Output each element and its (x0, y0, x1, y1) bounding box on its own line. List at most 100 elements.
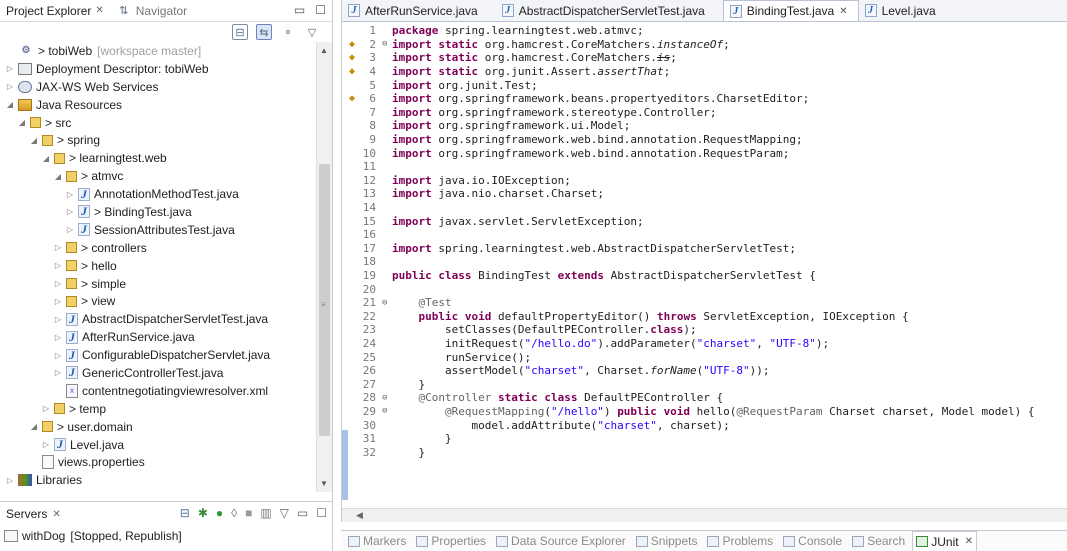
collapsed-twisty-icon[interactable]: ▷ (4, 64, 16, 73)
code-line[interactable]: 27 } (342, 377, 1067, 391)
close-icon[interactable]: ✕ (52, 509, 60, 520)
tree-item[interactable]: ▷ > controllers (0, 239, 316, 257)
scroll-up-icon[interactable]: ▲ (320, 46, 328, 55)
collapsed-twisty-icon[interactable]: ▷ (52, 315, 64, 324)
tree-item[interactable]: ▷ J SessionAttributesTest.java (0, 221, 316, 239)
view-menu-icon[interactable]: ▽ (280, 506, 289, 520)
collapsed-twisty-icon[interactable]: ▷ (64, 225, 76, 234)
warning-quickfix-icon[interactable]: ◆ (342, 93, 362, 104)
link-with-editor-icon[interactable]: ⇆ (256, 24, 272, 40)
code-line[interactable]: 11 (342, 160, 1067, 174)
tree-item[interactable]: ▷ J > BindingTest.java (0, 203, 316, 221)
code-line[interactable]: ◆ 4 import static org.junit.Assert.assertT… (342, 65, 1067, 79)
publish-icon[interactable]: ▥ (260, 506, 271, 520)
tree-item[interactable]: ◢ Java Resources (0, 96, 316, 114)
collapsed-twisty-icon[interactable]: ▷ (52, 351, 64, 360)
warning-quickfix-icon[interactable]: ◆ (342, 52, 362, 63)
profile-server-icon[interactable]: ◊ (231, 506, 237, 520)
code-line[interactable]: 25 runService(); (342, 350, 1067, 364)
code-line[interactable]: 5 import org.junit.Test; (342, 78, 1067, 92)
editor-tab[interactable]: J Level.java (859, 0, 954, 21)
view-tab[interactable]: Console (780, 534, 845, 548)
collapsed-twisty-icon[interactable]: ▷ (52, 333, 64, 342)
code-line[interactable]: 32 } (342, 445, 1067, 459)
view-tab[interactable]: Snippets (633, 534, 701, 548)
collapsed-twisty-icon[interactable]: ▷ (40, 404, 52, 413)
view-tab[interactable]: Search (849, 534, 908, 548)
tree-item[interactable]: ▷ > temp (0, 400, 316, 418)
maximize-icon[interactable]: ☐ (315, 3, 326, 17)
tree-item[interactable]: ◢ > learningtest.web (0, 149, 316, 167)
code-line[interactable]: 30 model.addAttribute("charset", charset… (342, 418, 1067, 432)
start-server-icon[interactable]: ● (216, 506, 223, 520)
collapsed-twisty-icon[interactable]: ▷ (52, 279, 64, 288)
code-line[interactable]: ◆ 3 import static org.hamcrest.CoreMatcher… (342, 51, 1067, 65)
tree-item[interactable]: ▷ J ConfigurableDispatcherServlet.java (0, 346, 316, 364)
view-tab[interactable]: Data Source Explorer (493, 534, 629, 548)
tree-vertical-scrollbar[interactable]: ▲ ≡ ▼ (316, 42, 332, 492)
tree-item[interactable]: ▷ > hello (0, 257, 316, 275)
collapsed-twisty-icon[interactable]: ▷ (40, 440, 52, 449)
code-line[interactable]: 13 import java.nio.charset.Charset; (342, 187, 1067, 201)
tree-item[interactable]: views.properties (0, 453, 316, 471)
collapsed-twisty-icon[interactable]: ▷ (52, 261, 64, 270)
view-tab[interactable]: Problems (704, 534, 776, 548)
code-line[interactable]: 22 public void defaultPropertyEditor() t… (342, 309, 1067, 323)
code-editor[interactable]: 1 package spring.learningtest.web.atmvc; ◆… (342, 24, 1067, 508)
editor-tab[interactable]: J BindingTest.java ✕ (722, 0, 859, 21)
code-line[interactable]: 8 import org.springframework.ui.Model; (342, 119, 1067, 133)
editor-horizontal-scrollbar[interactable]: ◀ (342, 508, 1067, 522)
code-line[interactable]: 12 import java.io.IOException; (342, 174, 1067, 188)
code-line[interactable]: 31 } (342, 432, 1067, 446)
view-tab[interactable]: JUnit ✕ (912, 531, 977, 551)
code-line[interactable]: 20 (342, 282, 1067, 296)
tree-item[interactable]: ◢ > user.domain (0, 418, 316, 436)
tree-item[interactable]: ▷ J Level.java (0, 436, 316, 454)
tree-item[interactable]: ◢ > src (0, 114, 316, 132)
code-line[interactable]: 17 import spring.learningtest.web.Abstrac… (342, 242, 1067, 256)
tree-item[interactable]: ▷ > simple (0, 275, 316, 293)
collapsed-twisty-icon[interactable]: ▷ (64, 207, 76, 216)
view-tab[interactable]: Markers (345, 534, 409, 548)
editor-tab[interactable]: J AfterRunService.java (342, 0, 496, 21)
code-line[interactable]: 21 ⊖ @Test (342, 296, 1067, 310)
tree-item[interactable]: ▷ JAX-WS Web Services (0, 78, 316, 96)
collapsed-twisty-icon[interactable]: ▷ (4, 476, 16, 485)
tree-item[interactable]: x contentnegotiatingviewresolver.xml (0, 382, 316, 400)
expanded-twisty-icon[interactable]: ◢ (52, 172, 64, 181)
tab-navigator[interactable]: ⇅ Navigator (110, 0, 193, 22)
tree-item[interactable]: ▷ > view (0, 292, 316, 310)
server-item[interactable]: withDog [Stopped, Republish] (0, 526, 333, 546)
maximize-icon[interactable]: ☐ (316, 506, 327, 520)
warning-quickfix-icon[interactable]: ◆ (342, 66, 362, 77)
fold-icon[interactable]: ⊖ (382, 406, 392, 416)
code-line[interactable]: 10 import org.springframework.web.bind.an… (342, 146, 1067, 160)
code-line[interactable]: ◆ 2 ⊖ import static org.hamcrest.CoreMatche… (342, 38, 1067, 52)
fold-icon[interactable]: ⊖ (382, 298, 392, 308)
tree-item[interactable]: ◢ > atmvc (0, 167, 316, 185)
collapse-all-icon[interactable]: ⊟ (232, 24, 248, 40)
collapsed-twisty-icon[interactable]: ▷ (64, 190, 76, 199)
fold-icon[interactable]: ⊖ (382, 39, 392, 49)
warning-quickfix-icon[interactable]: ◆ (342, 39, 362, 50)
code-line[interactable]: 15 import javax.servlet.ServletException; (342, 214, 1067, 228)
tree-item[interactable]: ▷ J AbstractDispatcherServletTest.java (0, 310, 316, 328)
scroll-left-icon[interactable]: ◀ (356, 510, 363, 521)
expanded-twisty-icon[interactable]: ◢ (28, 136, 40, 145)
expanded-twisty-icon[interactable]: ◢ (16, 118, 28, 127)
fold-icon[interactable]: ⊖ (382, 393, 392, 403)
tab-project-explorer[interactable]: Project Explorer ✕ (0, 0, 110, 22)
code-line[interactable]: 7 import org.springframework.stereotype.C… (342, 106, 1067, 120)
editor-tab[interactable]: J AbstractDispatcherServletTest.java (496, 0, 723, 21)
minimize-icon[interactable]: ▭ (294, 3, 305, 17)
scroll-down-icon[interactable]: ▼ (320, 479, 328, 488)
code-line[interactable]: 29 ⊖ @RequestMapping("/hello") public voi… (342, 405, 1067, 419)
view-menu-icon[interactable]: ▽ (304, 24, 320, 40)
code-line[interactable]: ◆ 6 import org.springframework.beans.prope… (342, 92, 1067, 106)
tree-item[interactable]: ◢ > spring (0, 131, 316, 149)
code-line[interactable]: 9 import org.springframework.web.bind.ann… (342, 133, 1067, 147)
expanded-twisty-icon[interactable]: ◢ (40, 154, 52, 163)
code-line[interactable]: 26 assertModel("charset", Charset.forNam… (342, 364, 1067, 378)
collapsed-twisty-icon[interactable]: ▷ (52, 297, 64, 306)
view-tab[interactable]: Properties (413, 534, 489, 548)
